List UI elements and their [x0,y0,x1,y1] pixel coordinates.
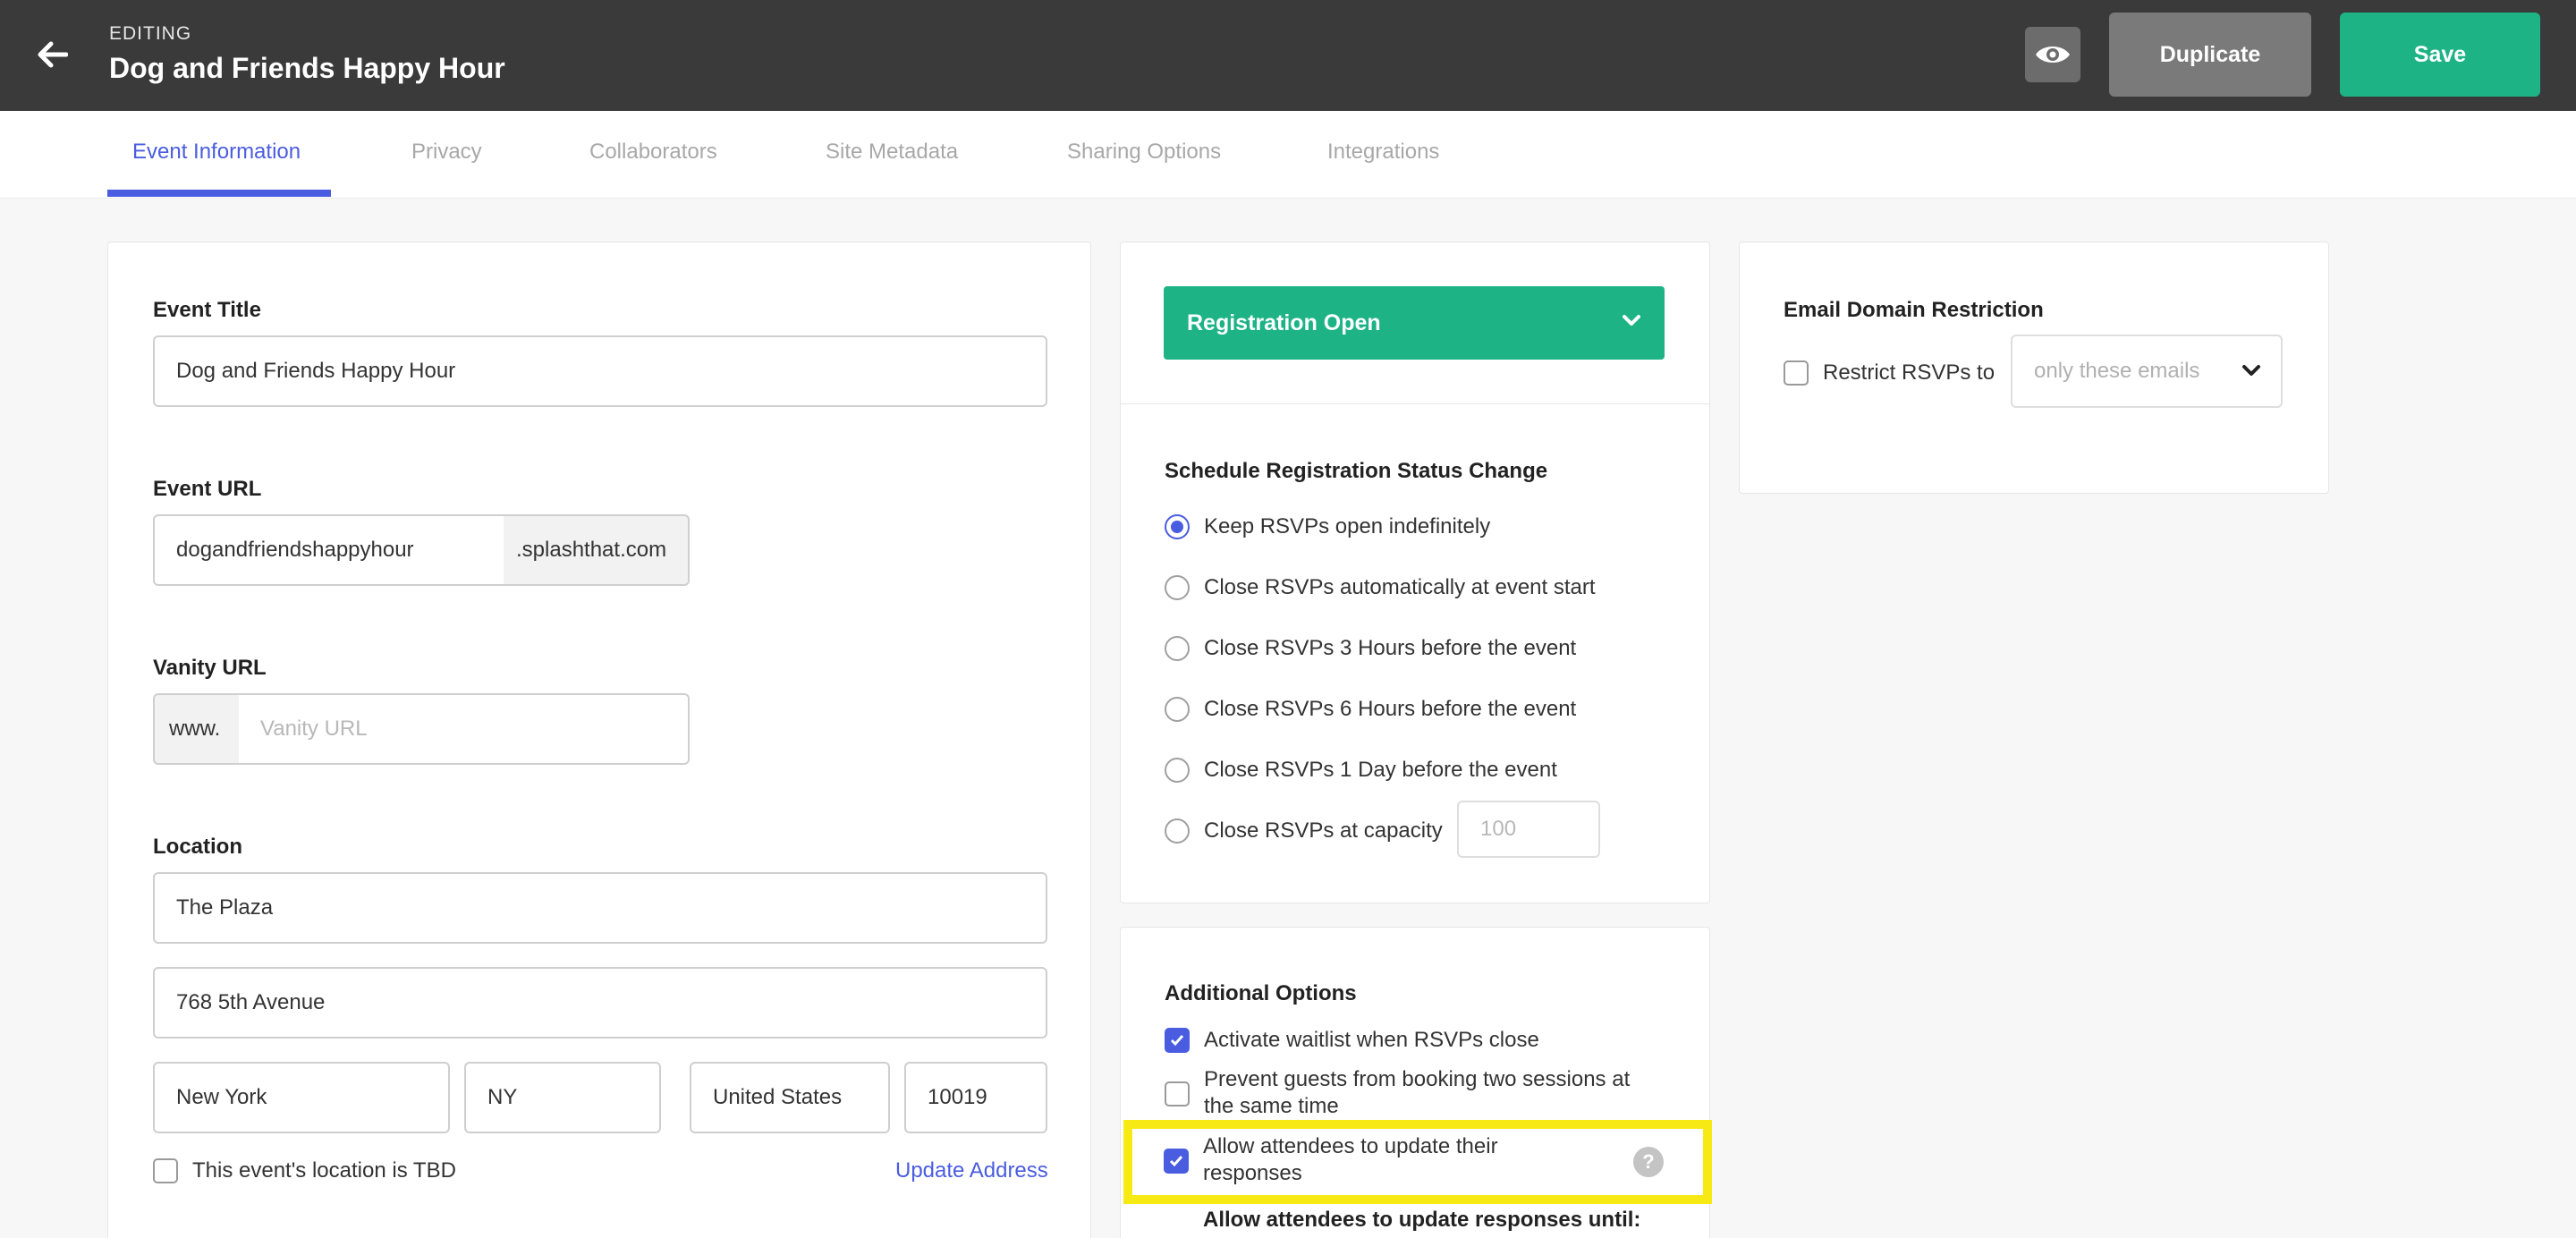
option-label: Keep RSVPs open indefinitely [1204,514,1491,538]
radio-close-1-day[interactable] [1165,758,1190,783]
event-url-label: Event URL [153,477,262,501]
allow-updates-checkbox[interactable] [1164,1149,1189,1174]
radio-close-at-start[interactable] [1165,575,1190,600]
radio-close-6-hours[interactable] [1165,697,1190,722]
additional-options-title: Additional Options [1165,981,1357,1005]
chevron-down-icon [2242,365,2260,376]
registration-status-value: Registration Open [1187,310,1381,335]
arrow-left-icon [38,41,68,68]
eye-icon [2036,47,2070,63]
allow-updates-label: Allow attendees to update their [1203,1134,1498,1158]
tab-site-metadata[interactable]: Site Metadata [826,140,958,165]
city-input[interactable] [153,1062,450,1133]
restrict-rsvps-label: Restrict RSVPs to [1823,360,1996,385]
radio-close-3-hours[interactable] [1165,636,1190,661]
duplicate-button[interactable]: Duplicate [2109,13,2311,97]
event-info-card: Event Title Event URL .splashthat.com Va… [107,242,1091,1238]
tab-integrations[interactable]: Integrations [1327,140,1439,165]
location-label: Location [153,835,242,859]
email-restriction-select[interactable]: only these emails [2011,335,2283,408]
radio-close-at-capacity[interactable] [1165,818,1190,844]
event-title-input[interactable] [153,335,1047,407]
divider [1121,403,1709,404]
tab-privacy[interactable]: Privacy [411,140,482,165]
capacity-input[interactable] [1457,801,1600,858]
location-tbd-label: This event's location is TBD [192,1158,456,1183]
restrict-rsvps-checkbox[interactable] [1784,360,1809,386]
schedule-title: Schedule Registration Status Change [1165,459,1548,483]
active-tab-indicator [107,190,331,197]
event-title-label: Event Title [153,298,261,322]
allow-updates-label: responses [1203,1161,1302,1185]
radio-keep-open[interactable] [1165,514,1190,539]
vanity-url-input[interactable] [239,693,690,765]
country-input[interactable] [690,1062,890,1133]
option-label: Close RSVPs 3 Hours before the event [1204,636,1577,660]
save-button[interactable]: Save [2340,13,2540,97]
check-icon [1170,1035,1184,1047]
waitlist-label: Activate waitlist when RSVPs close [1204,1028,1539,1052]
email-restriction-title: Email Domain Restriction [1784,298,2044,322]
street-input[interactable] [153,967,1047,1039]
allow-updates-until-label: Allow attendees to update responses unti… [1203,1208,1641,1232]
tab-collaborators[interactable]: Collaborators [589,140,717,165]
prevent-double-booking-checkbox[interactable] [1165,1081,1190,1107]
editing-label: EDITING [109,23,192,44]
waitlist-checkbox[interactable] [1165,1028,1190,1053]
event-url-input[interactable] [153,514,529,586]
state-input[interactable] [464,1062,661,1133]
prevent-double-booking-label: the same time [1204,1094,1339,1118]
tab-bar: Event Information Privacy Collaborators … [0,111,2576,199]
option-label: Close RSVPs 6 Hours before the event [1204,697,1577,721]
top-bar: EDITING Dog and Friends Happy Hour Dupli… [0,0,2576,111]
page-title: Dog and Friends Happy Hour [109,52,505,84]
option-label: Close RSVPs 1 Day before the event [1204,758,1557,782]
update-address-link[interactable]: Update Address [895,1158,1048,1183]
back-button[interactable] [32,34,73,75]
option-label: Close RSVPs automatically at event start [1204,575,1596,599]
help-icon[interactable]: ? [1633,1147,1664,1177]
prevent-double-booking-label: Prevent guests from booking two sessions… [1204,1067,1631,1091]
url-suffix: .splashthat.com [504,514,690,586]
registration-status-dropdown[interactable]: Registration Open [1164,286,1665,360]
tab-sharing-options[interactable]: Sharing Options [1067,140,1221,165]
tab-event-information[interactable]: Event Information [132,140,301,165]
location-tbd-checkbox[interactable] [153,1158,178,1183]
email-restriction-select-value: only these emails [2034,359,2200,383]
vanity-url-label: Vanity URL [153,656,267,680]
option-label: Close RSVPs at capacity [1204,818,1443,843]
venue-input[interactable] [153,872,1047,944]
vanity-prefix: www. [153,693,241,765]
check-icon [1169,1156,1183,1167]
zip-input[interactable] [904,1062,1047,1133]
chevron-down-icon [1623,315,1640,326]
preview-button[interactable] [2025,27,2080,82]
